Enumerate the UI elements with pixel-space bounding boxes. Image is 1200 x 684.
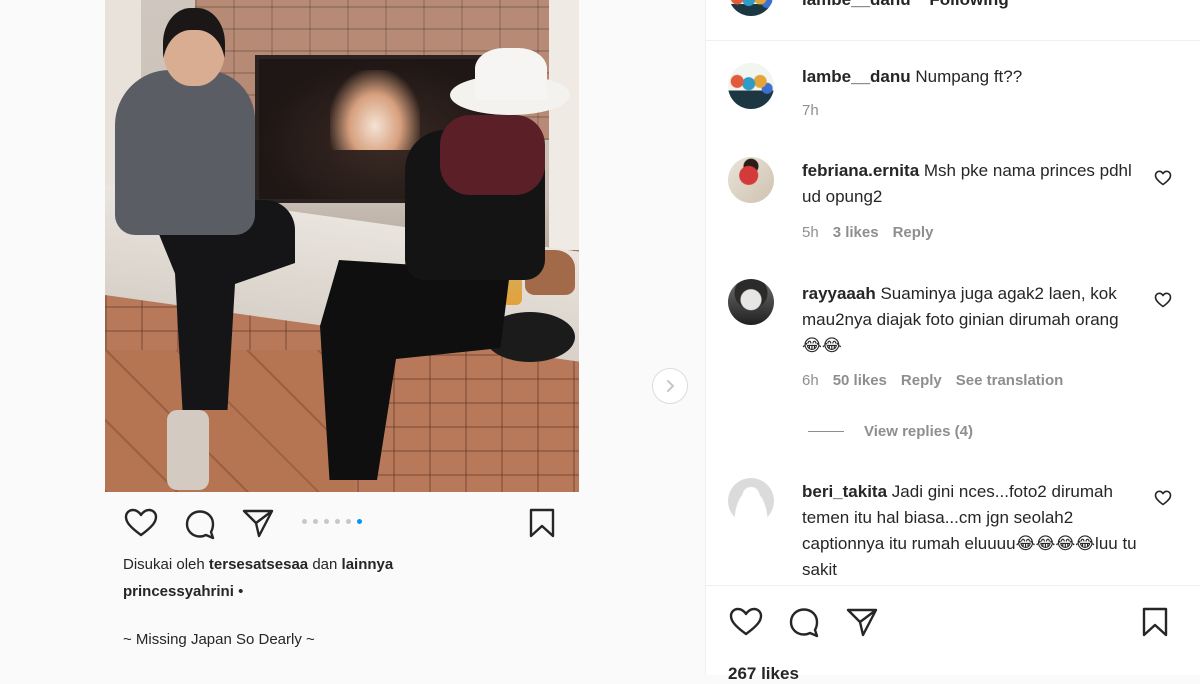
- heart-icon: [1154, 170, 1172, 186]
- comment-username[interactable]: lambe__danu: [802, 67, 911, 86]
- like-button[interactable]: [729, 607, 763, 642]
- header-username[interactable]: lambe__danu: [802, 0, 911, 9]
- liked-by-line: Disukai oleh tersesatsesaa dan lainnya: [123, 556, 393, 573]
- comment-likes[interactable]: 3 likes: [833, 224, 879, 241]
- comment-like-button[interactable]: [1154, 170, 1172, 191]
- comment-icon: [185, 510, 215, 540]
- share-button[interactable]: [242, 508, 274, 543]
- comment-text: lambe__danu Numpang ft??: [802, 64, 1137, 90]
- comment-button[interactable]: [184, 508, 216, 545]
- carousel-next-button[interactable]: [652, 368, 688, 404]
- comment-text: rayyaaah Suaminya juga agak2 laen, kok m…: [802, 281, 1137, 359]
- photo-man-head: [163, 8, 225, 86]
- like-button[interactable]: [124, 508, 158, 543]
- save-button[interactable]: [528, 508, 556, 543]
- carousel-dot: [346, 519, 351, 524]
- panel-divider: [705, 40, 1200, 41]
- view-replies-button[interactable]: View replies (4): [808, 423, 973, 440]
- photo-woman-scarf: [440, 115, 545, 195]
- view-replies-line: [808, 431, 844, 432]
- panel-divider: [705, 585, 1200, 586]
- heart-icon: [1154, 490, 1172, 506]
- post-photo[interactable]: [105, 0, 579, 492]
- comment-meta: 5h 3 likes Reply: [802, 224, 933, 241]
- photo-floor: [105, 350, 355, 492]
- save-button[interactable]: [1141, 607, 1169, 642]
- view-replies-label: View replies (4): [864, 423, 973, 440]
- author-separator: •: [238, 583, 244, 600]
- reply-button[interactable]: Reply: [901, 372, 942, 389]
- comment-meta: 6h 50 likes Reply See translation: [802, 372, 1063, 389]
- comment-icon: [789, 608, 819, 638]
- photo-man-body: [115, 70, 255, 235]
- comment-body: Numpang ft??: [915, 67, 1023, 86]
- photo-flame: [330, 70, 420, 150]
- heart-icon: [729, 607, 763, 636]
- header-partial: lambe__danu Following: [802, 0, 1009, 10]
- likes-count[interactable]: 267 likes: [728, 664, 799, 684]
- comment-time[interactable]: 5h: [802, 224, 819, 241]
- comment-button[interactable]: [788, 606, 820, 643]
- reply-button[interactable]: Reply: [893, 224, 934, 241]
- bookmark-icon: [529, 508, 555, 538]
- liked-by-others-link[interactable]: lainnya: [342, 556, 394, 573]
- heart-icon: [1154, 292, 1172, 308]
- comment-text: beri_takita Jadi gini nces...foto2 dirum…: [802, 479, 1137, 579]
- carousel-dot: [324, 519, 329, 524]
- comment-likes[interactable]: 50 likes: [833, 372, 887, 389]
- author-line: princessyahrini •: [123, 583, 243, 600]
- photo-man-shoe: [167, 410, 209, 490]
- comment-like-button[interactable]: [1154, 292, 1172, 313]
- comment-like-button[interactable]: [1154, 490, 1172, 511]
- avatar[interactable]: [728, 157, 774, 203]
- author-username-link[interactable]: princessyahrini: [123, 583, 234, 600]
- carousel-dot: [302, 519, 307, 524]
- comment-meta: 7h: [802, 102, 819, 119]
- liked-by-prefix: Disukai oleh: [123, 556, 205, 573]
- share-button[interactable]: [846, 607, 878, 642]
- caption: ~ Missing Japan So Dearly ~: [123, 631, 315, 648]
- avatar[interactable]: [728, 478, 774, 524]
- carousel-dot: [313, 519, 318, 524]
- comment-time[interactable]: 7h: [802, 102, 819, 119]
- photo-wall-right: [549, 0, 579, 260]
- chevron-right-icon: [667, 380, 675, 392]
- comment-username[interactable]: beri_takita: [802, 482, 887, 501]
- see-translation-button[interactable]: See translation: [956, 372, 1064, 389]
- avatar[interactable]: [728, 279, 774, 325]
- liked-by-and: dan: [312, 556, 338, 573]
- photo-hat-top: [475, 48, 547, 100]
- heart-icon: [124, 508, 158, 537]
- carousel-dot-active: [357, 519, 362, 524]
- carousel-indicator: [302, 519, 362, 524]
- paper-plane-icon: [242, 509, 274, 538]
- liked-by-user-link[interactable]: tersesatsesaa: [209, 556, 308, 573]
- paper-plane-icon: [846, 608, 878, 637]
- comment-username[interactable]: rayyaaah: [802, 284, 876, 303]
- bookmark-icon: [1142, 607, 1168, 637]
- carousel-dot: [335, 519, 340, 524]
- header-follow-state[interactable]: Following: [929, 0, 1008, 9]
- comment-username[interactable]: febriana.ernita: [802, 161, 919, 180]
- comment-text: febriana.ernita Msh pke nama princes pdh…: [802, 158, 1137, 210]
- comment-time[interactable]: 6h: [802, 372, 819, 389]
- avatar[interactable]: [728, 63, 774, 109]
